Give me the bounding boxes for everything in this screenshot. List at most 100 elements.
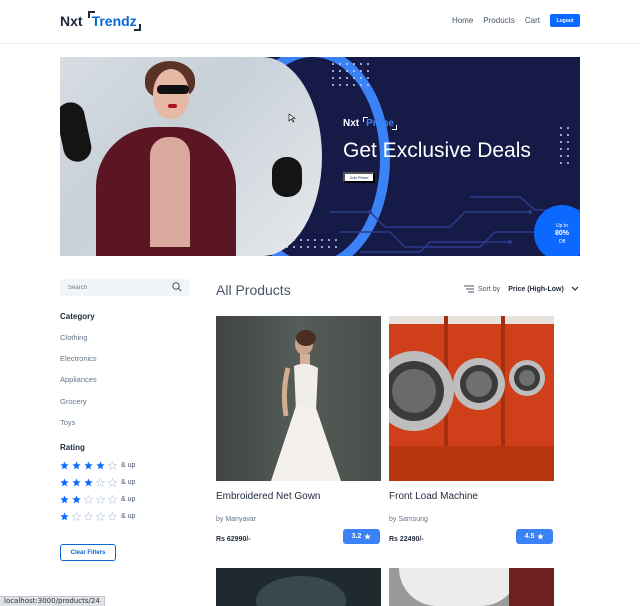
prime-logo-prefix: Nxt xyxy=(343,118,360,129)
prime-logo-highlight: Prime xyxy=(363,117,397,130)
rating-up-label: & up xyxy=(121,513,136,520)
browser-status-bar: localhost:3000/products/24 xyxy=(0,596,105,606)
sort-label: Sort by xyxy=(478,285,501,293)
star-filled-icon xyxy=(60,495,69,504)
rating-up-label: & up xyxy=(121,462,136,469)
star-filled-icon xyxy=(72,495,81,504)
star-empty-icon xyxy=(108,461,117,470)
star-empty-icon xyxy=(108,495,117,504)
product-price: Rs 22490/- xyxy=(389,536,424,543)
star-filled-icon xyxy=(60,461,69,470)
rating-filter-4[interactable]: & up xyxy=(60,461,135,470)
sort-by-control[interactable]: Sort by Price (High-Low) xyxy=(464,285,579,293)
star-group xyxy=(60,495,117,504)
sweater-shape xyxy=(150,137,190,247)
chevron-down-icon[interactable] xyxy=(571,286,579,292)
product-card[interactable]: Front Load Machine by Samsung Rs 22490/-… xyxy=(389,316,554,544)
star-empty-icon xyxy=(96,512,105,521)
star-filled-icon xyxy=(84,478,93,487)
nav-home[interactable]: Home xyxy=(452,16,473,25)
sort-icon xyxy=(464,285,474,293)
rating-filter-3[interactable]: & up xyxy=(60,478,135,487)
category-electronics[interactable]: Electronics xyxy=(60,354,97,363)
rating-filter-2[interactable]: & up xyxy=(60,495,135,504)
star-empty-icon xyxy=(108,478,117,487)
offer-value: 80% xyxy=(554,230,569,237)
dot-pattern-top xyxy=(232,61,276,70)
mouse-cursor-icon xyxy=(288,113,296,123)
products-heading: All Products xyxy=(216,282,291,298)
star-filled-icon xyxy=(72,478,81,487)
star-empty-icon xyxy=(96,495,105,504)
star-empty-icon xyxy=(72,512,81,521)
search-container xyxy=(60,279,190,296)
rating-heading: Rating xyxy=(60,443,85,452)
product-price: Rs 62990/- xyxy=(216,536,251,543)
star-group xyxy=(60,478,117,487)
dot-pattern-right xyxy=(560,127,569,164)
sunglasses-shape xyxy=(157,85,189,94)
rating-badge: 4.5 xyxy=(516,529,553,544)
banner-title: Get Exclusive Deals xyxy=(343,139,531,162)
sort-select-value[interactable]: Price (High-Low) xyxy=(508,286,564,293)
logo-prefix: Nxt xyxy=(60,13,83,29)
category-clothing[interactable]: Clothing xyxy=(60,333,88,342)
product-image-washing-machine[interactable] xyxy=(389,316,554,481)
clear-filters-button[interactable]: Clear Filters xyxy=(60,544,116,561)
search-icon[interactable] xyxy=(172,282,182,292)
face-shape xyxy=(153,69,189,119)
join-prime-button[interactable]: Join Prime xyxy=(343,172,375,183)
search-input[interactable] xyxy=(68,282,168,293)
star-empty-icon xyxy=(96,478,105,487)
category-toys[interactable]: Toys xyxy=(60,418,75,427)
page: Nxt Trendz Home Products Cart Logout Nxt… xyxy=(0,0,640,606)
nav-products[interactable]: Products xyxy=(483,16,515,25)
prime-logo: Nxt Prime xyxy=(343,117,397,130)
product-brand: by Samsung xyxy=(389,516,428,523)
category-heading: Category xyxy=(60,312,95,321)
offer-bottom-text: Off xyxy=(558,239,566,245)
product-card[interactable]: Embroidered Net Gown by Manyavar Rs 6299… xyxy=(216,316,381,544)
offer-badge: Up to 80% Off xyxy=(534,205,580,256)
product-title: Embroidered Net Gown xyxy=(216,491,321,502)
prime-banner: Nxt Prime Get Exclusive Deals Join Prime… xyxy=(60,57,580,256)
rating-up-label: & up xyxy=(121,496,136,503)
navbar: Nxt Trendz Home Products Cart Logout xyxy=(0,0,640,44)
product-image-gown[interactable] xyxy=(216,316,381,481)
star-empty-icon xyxy=(84,512,93,521)
product-image-partial[interactable] xyxy=(216,568,381,606)
rating-value: 3.2 xyxy=(351,533,362,540)
rating-badge: 3.2 xyxy=(343,529,380,544)
gown-illustration xyxy=(271,330,341,481)
website-logo[interactable]: Nxt Trendz xyxy=(60,11,141,31)
offer-top-text: Up to xyxy=(556,223,568,229)
star-filled-icon xyxy=(60,478,69,487)
rating-value: 4.5 xyxy=(524,533,535,540)
star-empty-icon xyxy=(84,495,93,504)
category-grocery[interactable]: Grocery xyxy=(60,397,87,406)
star-filled-icon xyxy=(72,461,81,470)
category-appliances[interactable]: Appliances xyxy=(60,375,97,384)
nav-menu: Home Products Cart Logout xyxy=(452,14,580,27)
lips-shape xyxy=(168,104,177,108)
rating-filter-1[interactable]: & up xyxy=(60,512,135,521)
star-filled-icon xyxy=(60,512,69,521)
dot-pattern-top-right xyxy=(332,63,369,86)
star-icon xyxy=(364,533,372,540)
star-group xyxy=(60,512,117,521)
star-group xyxy=(60,461,117,470)
logo-highlight: Trendz xyxy=(87,11,141,31)
right-glove-shape xyxy=(272,157,302,197)
product-title: Front Load Machine xyxy=(389,491,478,502)
washing-machine-illustration xyxy=(389,316,554,481)
star-icon xyxy=(537,533,545,540)
star-filled-icon xyxy=(96,461,105,470)
star-filled-icon xyxy=(84,461,93,470)
banner-model-image xyxy=(60,57,322,256)
rating-up-label: & up xyxy=(121,479,136,486)
left-glove-shape xyxy=(60,99,94,165)
logout-button[interactable]: Logout xyxy=(550,14,580,27)
star-empty-icon xyxy=(108,512,117,521)
nav-cart[interactable]: Cart xyxy=(525,16,540,25)
product-image-partial[interactable] xyxy=(389,568,554,606)
